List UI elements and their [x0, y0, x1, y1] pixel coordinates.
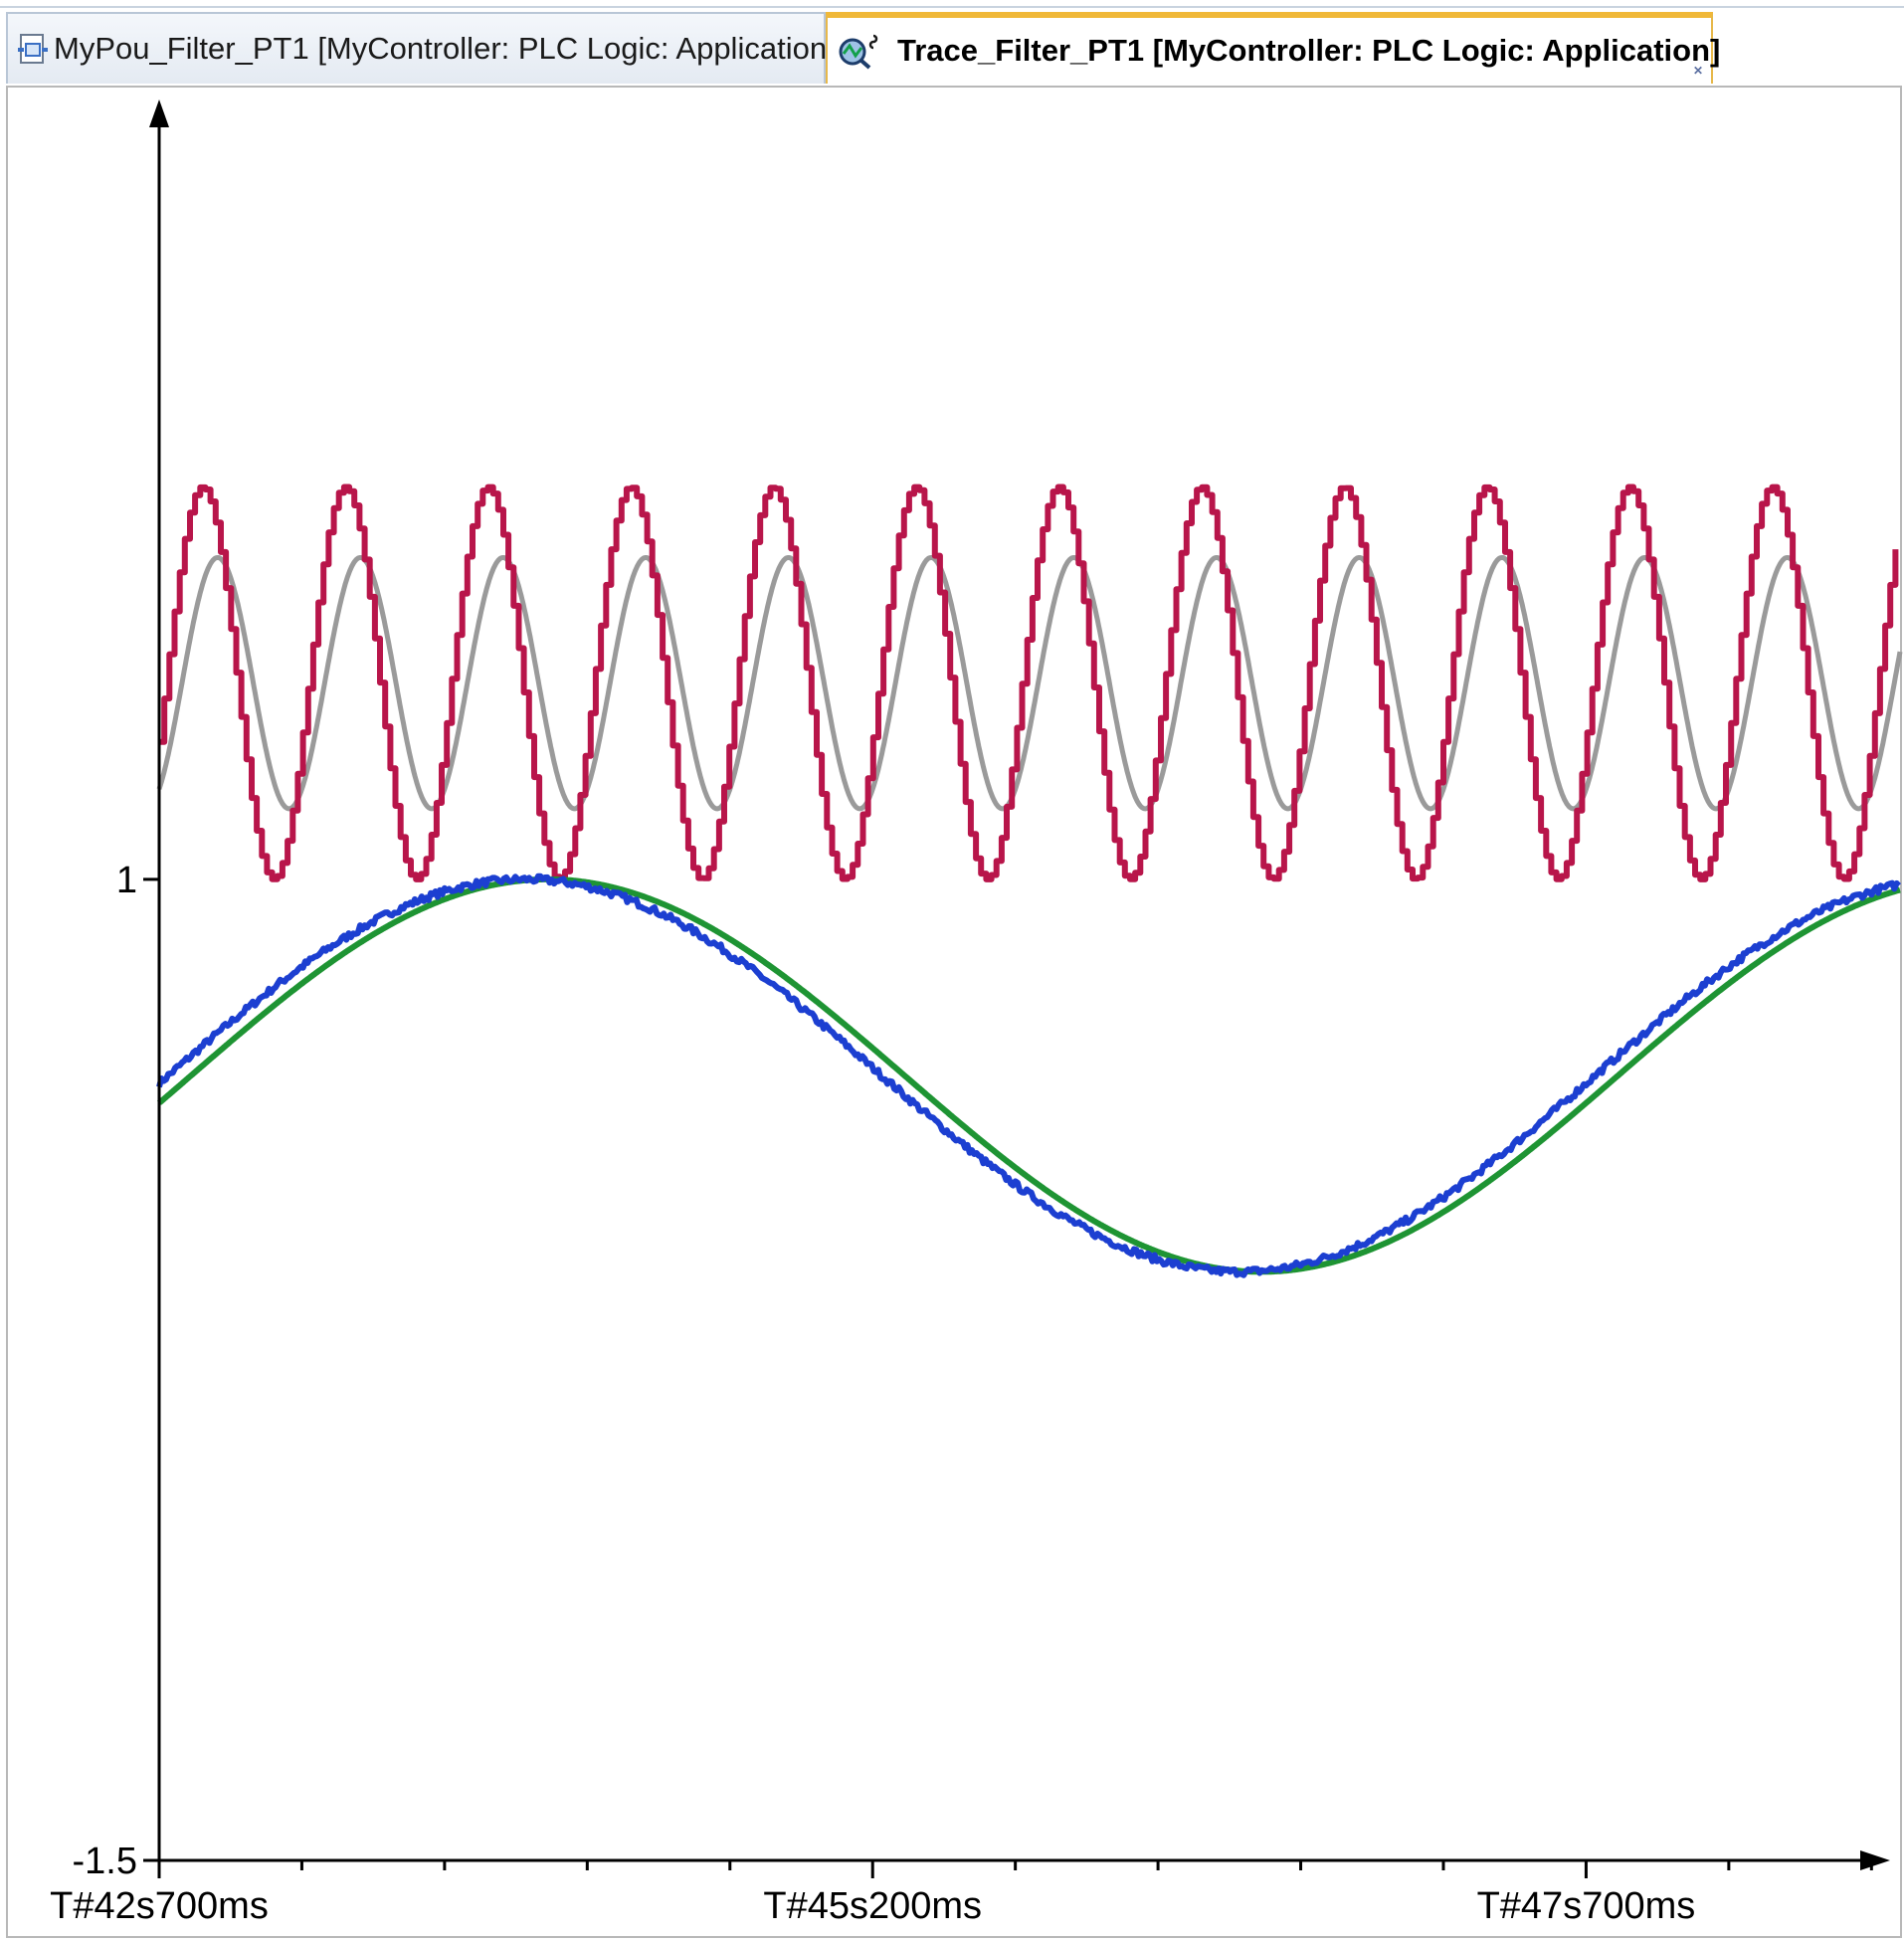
trace-series-line	[156, 875, 1902, 1275]
trace-series-line	[159, 484, 1899, 882]
trace-chart: 1 -1.5T#42s700ms T#45s200ms T#47s700ms	[50, 99, 1903, 1927]
x-tick-label: T#47s700ms	[1477, 1885, 1696, 1927]
x-tick-label: T#45s200ms	[763, 1885, 982, 1927]
trace-series-line	[156, 873, 1902, 1278]
x-axis-arrow-icon	[1860, 1850, 1890, 1870]
y-tick-label: -1.5	[73, 1841, 137, 1882]
y-tick-label: 1	[116, 860, 137, 901]
y-axis-arrow-icon	[149, 99, 169, 127]
x-tick-label: T#42s700ms	[50, 1885, 269, 1927]
